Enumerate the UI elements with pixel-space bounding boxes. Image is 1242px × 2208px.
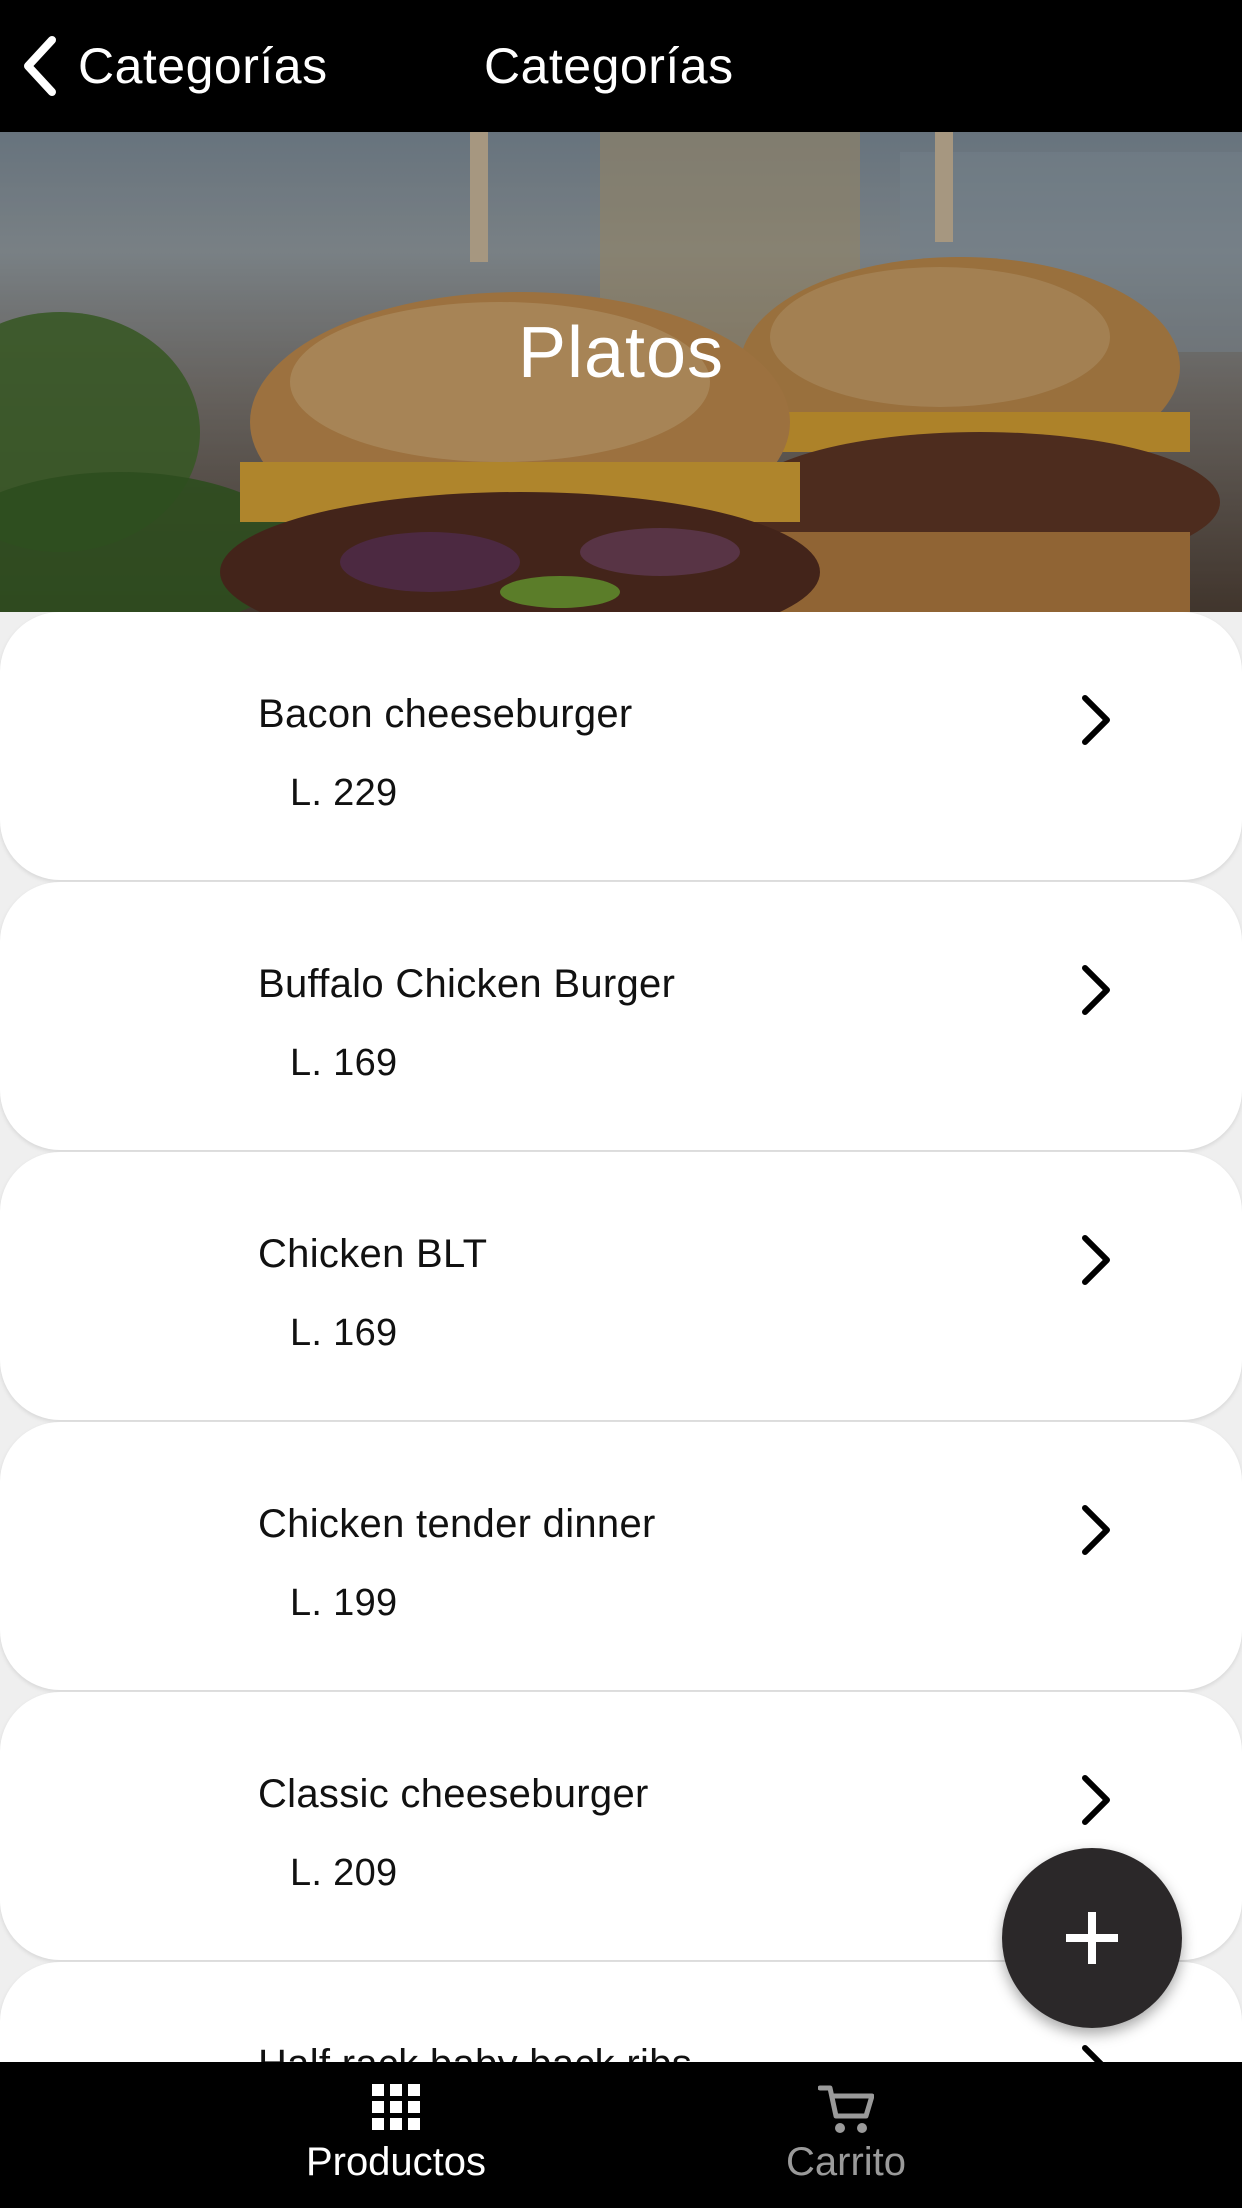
category-title: Platos — [517, 313, 725, 393]
product-card[interactable]: Chicken tender dinner L. 199 — [0, 1422, 1242, 1690]
product-name: Half rack baby back ribs — [258, 2042, 692, 2062]
product-name: Chicken BLT — [258, 1232, 488, 1276]
tab-productos-label: Productos — [305, 2140, 487, 2184]
category-hero-banner: Platos — [0, 132, 1242, 612]
top-app-bar: Categorías Categorías — [0, 0, 1242, 132]
product-card[interactable]: Chicken BLT L. 169 — [0, 1152, 1242, 1420]
tab-carrito[interactable]: Carrito — [646, 2062, 1046, 2208]
product-price: L. 229 — [290, 772, 398, 814]
chevron-right-icon — [1082, 1505, 1110, 1555]
product-name: Buffalo Chicken Burger — [258, 962, 676, 1006]
back-button-label: Categorías — [78, 38, 328, 94]
tab-carrito-label: Carrito — [785, 2140, 907, 2184]
chevron-right-icon — [1082, 695, 1110, 745]
product-price: L. 169 — [290, 1042, 398, 1084]
chevron-right-icon — [1082, 965, 1110, 1015]
tab-productos[interactable]: Productos — [196, 2062, 596, 2208]
page-title: Categorías — [484, 38, 734, 94]
chevron-right-icon — [1082, 1775, 1110, 1825]
product-price: L. 199 — [290, 1582, 398, 1624]
bottom-navigation: Productos Carrito — [0, 2062, 1242, 2208]
cart-icon — [818, 2085, 874, 2133]
product-name: Chicken tender dinner — [258, 1502, 656, 1546]
plus-icon — [1066, 1912, 1118, 1964]
chevron-left-icon — [24, 36, 56, 96]
chevron-right-icon — [1082, 1235, 1110, 1285]
chevron-right-icon — [1082, 2045, 1104, 2062]
product-price: L. 169 — [290, 1312, 398, 1354]
back-button[interactable]: Categorías — [20, 30, 328, 102]
grid-icon — [372, 2084, 420, 2130]
add-button[interactable] — [1002, 1848, 1182, 2028]
product-list[interactable]: Bacon cheeseburger L. 229 Buffalo Chicke… — [0, 612, 1242, 2062]
product-name: Classic cheeseburger — [258, 1772, 649, 1816]
product-name: Bacon cheeseburger — [258, 692, 633, 736]
product-price: L. 209 — [290, 1852, 398, 1894]
product-card[interactable]: Bacon cheeseburger L. 229 — [0, 612, 1242, 880]
product-card[interactable]: Buffalo Chicken Burger L. 169 — [0, 882, 1242, 1150]
